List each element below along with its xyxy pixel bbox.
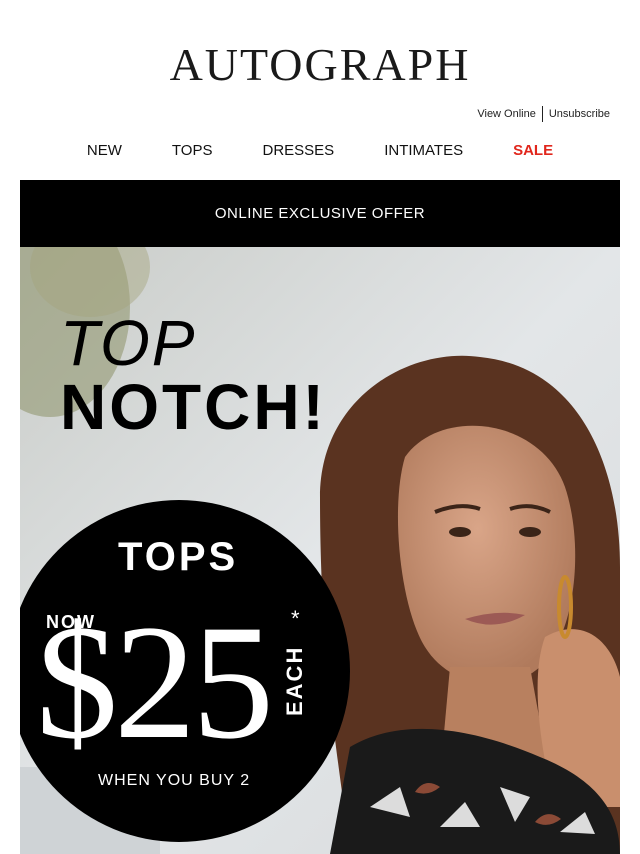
headline-top: TOP [60,307,197,379]
unsubscribe-link[interactable]: Unsubscribe [549,108,610,120]
badge-asterisk: * [291,606,300,631]
header-utility-links: View Online Unsubscribe [477,106,610,122]
nav-item-new[interactable]: NEW [87,142,122,159]
badge-each: EACH [282,645,307,716]
badge-category: TOPS [118,535,239,579]
nav-item-intimates[interactable]: INTIMATES [384,142,463,159]
promo-banner[interactable]: ONLINE EXCLUSIVE OFFER TOP NOTCH! TOPS N… [20,180,620,854]
nav-item-dresses[interactable]: DRESSES [262,142,334,159]
badge-condition: WHEN YOU BUY 2 [98,772,251,789]
brand-logo[interactable]: AUTOGRAPH [0,40,640,90]
offer-bar: ONLINE EXCLUSIVE OFFER [20,180,620,247]
link-divider [541,106,543,122]
nav-item-sale[interactable]: SALE [513,142,553,159]
nav-item-tops[interactable]: TOPS [172,142,213,159]
view-online-link[interactable]: View Online [477,108,536,120]
headline-notch: NOTCH! [60,371,327,443]
badge-price: $25 [36,592,274,773]
main-navigation: NEW TOPS DRESSES INTIMATES SALE [0,142,640,159]
